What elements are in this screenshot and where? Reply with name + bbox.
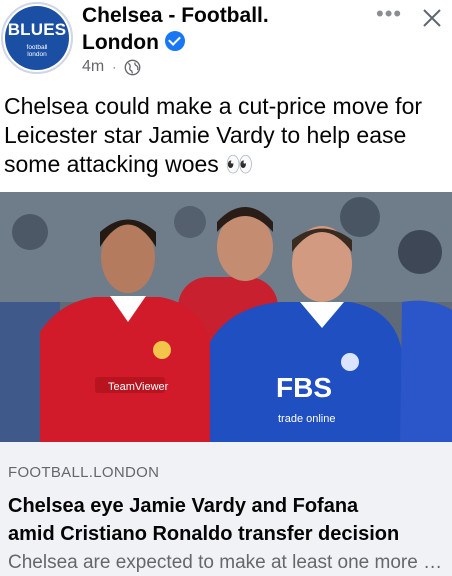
post-meta: 4m ·: [82, 58, 141, 76]
page-avatar[interactable]: BLUES football london: [1, 2, 73, 74]
page-name[interactable]: Chelsea - Football. London: [82, 2, 372, 56]
post-text: Chelsea could make a cut-price move for …: [4, 93, 423, 177]
avatar-sub-line1: football: [26, 44, 48, 51]
post-header: BLUES football london Chelsea - Football…: [0, 0, 452, 86]
page-name-line1: Chelsea - Football.: [82, 4, 269, 27]
link-domain: FOOTBALL.LONDON: [8, 464, 160, 481]
link-preview[interactable]: FOOTBALL.LONDON Chelsea eye Jamie Vardy …: [0, 442, 452, 576]
close-icon[interactable]: [420, 6, 444, 30]
right-sponsor-sub: trade online: [278, 413, 336, 425]
verified-icon: [164, 31, 185, 51]
post-photo[interactable]: TeamViewer FBS trade online: [0, 192, 452, 442]
meta-separator: ·: [112, 60, 117, 74]
left-sponsor: TeamViewer: [108, 381, 169, 393]
avatar-title: BLUES: [7, 20, 67, 39]
right-sponsor: FBS: [276, 372, 332, 403]
link-title-line1: Chelsea eye Jamie Vardy and Fofana: [8, 495, 359, 517]
link-title: Chelsea eye Jamie Vardy and Fofana amid …: [8, 492, 448, 548]
globe-icon: [124, 59, 141, 75]
post-timestamp[interactable]: 4m: [82, 58, 104, 76]
link-description: Chelsea are expected to make at least on…: [8, 552, 448, 573]
avatar-subtitle: football london: [5, 44, 69, 58]
photo-illustration: TeamViewer FBS trade online: [0, 192, 452, 442]
more-icon[interactable]: •••: [376, 3, 402, 25]
avatar-sub-line2: london: [27, 51, 47, 58]
page-name-line2: London: [82, 31, 159, 54]
avatar-logo: BLUES football london: [5, 6, 69, 70]
link-title-line2: amid Cristiano Ronaldo transfer decision: [8, 523, 400, 545]
